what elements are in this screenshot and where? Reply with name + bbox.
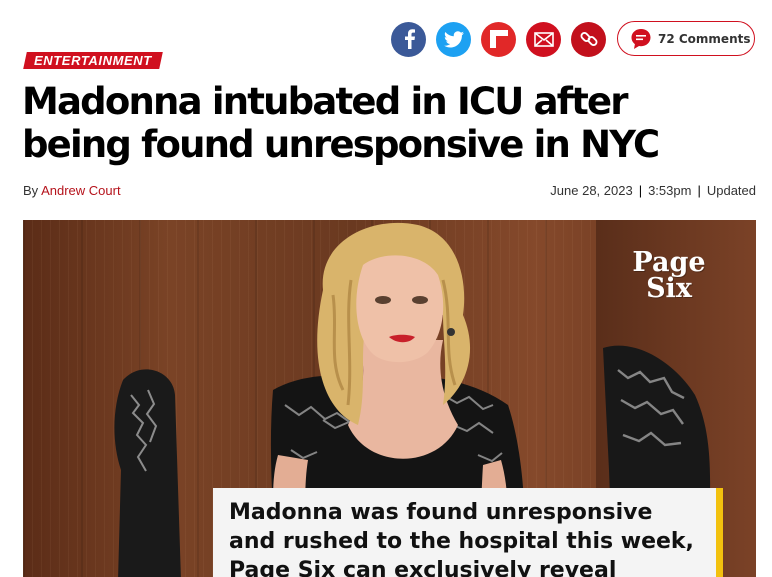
twitter-icon: [443, 30, 464, 47]
email-share-button[interactable]: [526, 21, 561, 57]
comments-count-label: 72 Comments: [658, 31, 751, 46]
separator: |: [697, 183, 701, 198]
comments-button[interactable]: 72 Comments: [617, 21, 755, 56]
separator: |: [638, 183, 643, 198]
author-link[interactable]: Andrew Court: [41, 183, 120, 198]
category-label: ENTERTAINMENT: [34, 53, 152, 68]
logo-line-2: Six: [646, 273, 692, 304]
copy-link-button[interactable]: [571, 21, 606, 57]
byline: By Andrew Court: [23, 183, 121, 198]
comment-bubble-icon: [631, 28, 651, 49]
byline-prefix: By: [23, 183, 39, 198]
share-bar: [391, 20, 616, 58]
flipboard-share-button[interactable]: [481, 21, 516, 57]
flipboard-icon: [489, 30, 508, 48]
link-icon: [580, 32, 597, 46]
publish-time: 3:53pm: [648, 183, 692, 198]
video-player[interactable]: Page Six Madonna was found unresponsive …: [23, 220, 756, 577]
email-icon: [533, 31, 554, 47]
page-six-logo: Page Six: [623, 249, 715, 304]
headline: Madonna intubated in ICU after being fou…: [22, 80, 660, 166]
video-caption: Madonna was found unresponsive and rushe…: [213, 488, 723, 577]
publish-date: June 28, 2023: [550, 183, 633, 198]
dateline: June 28, 2023 | 3:53pm | Updated: [550, 183, 756, 198]
updated-label: Updated: [706, 183, 756, 198]
twitter-share-button[interactable]: [436, 21, 471, 57]
category-tag[interactable]: ENTERTAINMENT: [23, 52, 163, 69]
facebook-share-button[interactable]: [391, 21, 426, 57]
facebook-icon: [404, 29, 415, 49]
